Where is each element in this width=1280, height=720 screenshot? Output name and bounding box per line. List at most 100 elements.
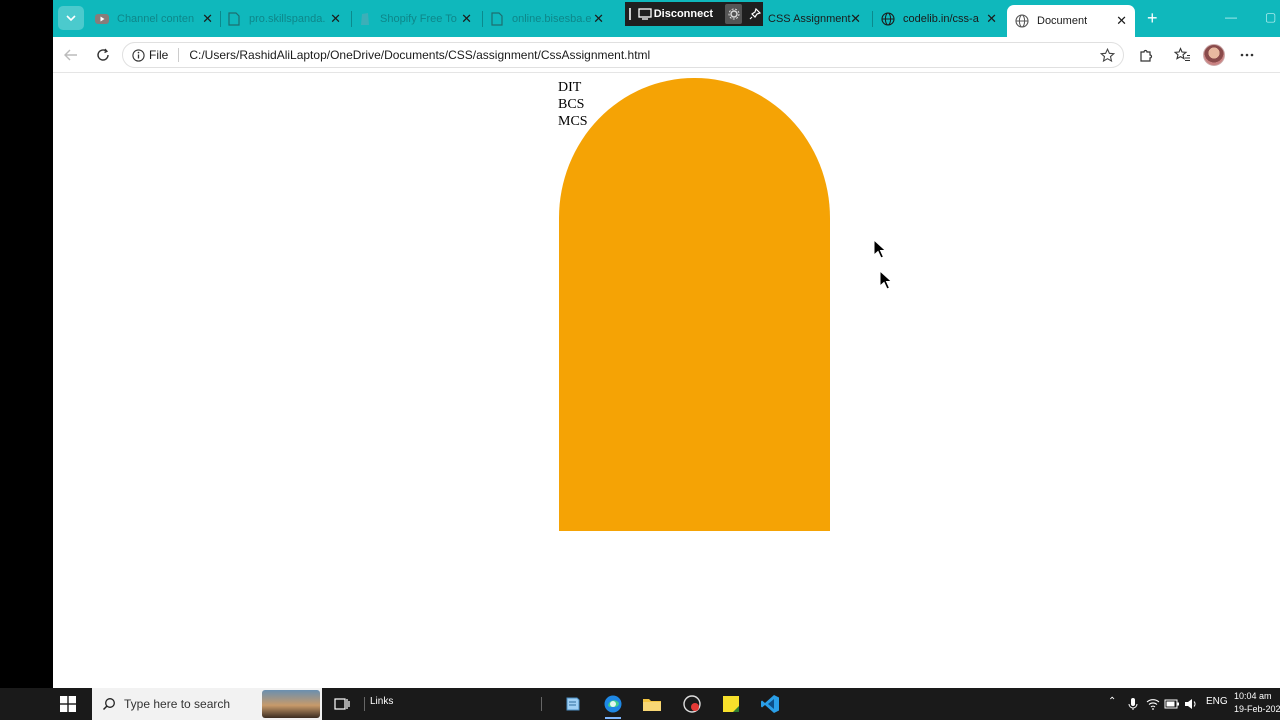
divider [364,697,365,711]
close-icon[interactable]: ✕ [461,11,472,27]
favorites-icon [1173,47,1190,62]
volume-icon[interactable] [1184,697,1198,711]
close-icon[interactable]: ✕ [1116,13,1127,29]
taskbar-app-file-explorer[interactable] [640,692,664,716]
mouse-cursor-icon [879,270,893,290]
tab-separator [872,11,873,27]
maximize-button[interactable]: ▢ [1265,10,1276,24]
tab-title: Document [1037,15,1088,27]
close-icon[interactable]: ✕ [850,11,861,27]
battery-icon[interactable] [1164,698,1180,710]
tab-actions-button[interactable] [58,6,84,30]
url-text[interactable]: C:/Users/RashidAliLaptop/OneDrive/Docume… [189,48,650,62]
refresh-button[interactable] [93,45,113,65]
disconnect-button[interactable]: Disconnect [654,8,713,20]
maximize-icon: ▢ [1265,10,1277,24]
taskbar-app-sticky-notes[interactable] [719,692,743,716]
gear-icon[interactable] [725,4,742,24]
taskbar-search-box[interactable]: Type here to search [92,688,322,720]
disconnect-icon [637,4,654,24]
close-icon[interactable]: ✕ [986,11,997,27]
tab-document[interactable]: Document ✕ [1007,5,1135,37]
clock-time: 10:04 am [1234,691,1272,701]
search-placeholder: Type here to search [124,697,231,711]
more-options-button[interactable] [1238,46,1256,64]
arrow-left-icon [64,49,77,61]
tab-title: Shopify Free To [380,12,457,25]
new-tab-button[interactable]: + [1147,8,1158,29]
favorites-button[interactable] [1173,46,1191,64]
taskbar-app-recorder[interactable] [680,692,704,716]
notepad-icon [566,697,580,711]
orange-arch-shape [559,78,830,531]
plus-icon: + [1147,8,1158,28]
refresh-icon [97,48,109,61]
page-icon [490,11,504,26]
taskbar: Type here to search Links ⌃ ENG 10:04 am… [0,688,1280,720]
clock-date: 19-Feb-202 [1234,704,1280,714]
tab-title: Channel conten [117,12,195,25]
drag-handle[interactable] [629,8,633,20]
list-item: MCS [558,114,588,129]
browser-toolbar: File C:/Users/RashidAliLaptop/OneDrive/D… [53,37,1280,73]
windows-start-icon[interactable] [60,696,76,712]
tab-shopify-free-tools[interactable]: Shopify Free To ✕ [358,6,476,31]
search-icon [102,698,115,711]
sticky-notes-icon [723,696,739,712]
tab-separator [220,11,221,27]
tab-title: CSS Assignment [768,12,851,25]
tab-separator [482,11,483,27]
taskbar-app-edge[interactable] [601,692,625,719]
minimize-icon: — [1225,10,1237,24]
microphone-icon[interactable] [1128,697,1138,711]
extensions-button[interactable] [1137,46,1155,64]
page-content: DIT BCS MCS [53,73,1280,688]
list-item: BCS [558,97,585,112]
close-icon[interactable]: ✕ [593,11,604,27]
remote-session-bar: Disconnect [625,2,763,26]
globe-icon [881,11,895,26]
back-button[interactable] [61,45,81,65]
favorite-star-icon[interactable] [1099,47,1116,66]
info-icon[interactable] [131,48,145,62]
links-toolbar[interactable]: Links [370,696,393,707]
task-view-button[interactable] [330,692,354,716]
taskbar-app-vscode[interactable] [758,692,782,716]
pin-icon[interactable] [746,4,763,24]
divider [178,48,180,62]
tab-title: codelib.in/css-a [903,12,979,25]
chevron-up-icon[interactable]: ⌃ [1108,696,1116,707]
close-icon[interactable]: ✕ [330,11,341,27]
minimize-button[interactable]: — [1225,10,1237,24]
tab-codelib[interactable]: codelib.in/css-a ✕ [881,6,1001,31]
record-icon [683,695,701,713]
tab-channel-content[interactable]: Channel conten ✕ [95,6,217,31]
chevron-down-icon [66,15,76,22]
vscode-icon [761,695,779,713]
taskbar-clock[interactable]: 10:04 am 19-Feb-202 [1234,690,1280,716]
tab-separator [351,11,352,27]
tab-css-assignment[interactable]: CSS Assignment ✕ [768,6,865,31]
tab-skillspanda[interactable]: pro.skillspanda. ✕ [227,6,345,31]
avatar[interactable] [1203,44,1225,66]
youtube-studio-icon [95,12,109,26]
shopify-icon [358,12,372,26]
search-highlight-image [262,690,320,718]
address-bar[interactable]: File C:/Users/RashidAliLaptop/OneDrive/D… [122,42,1124,68]
language-indicator[interactable]: ENG [1206,696,1228,707]
page-icon [227,11,241,26]
browser-window: Channel conten ✕ pro.skillspanda. ✕ Shop… [53,0,1280,688]
puzzle-icon [1140,49,1153,62]
folder-icon [643,699,661,711]
task-view-icon [334,698,350,710]
wifi-icon[interactable] [1146,698,1160,710]
tab-title: online.bisesba.e [512,12,592,25]
scheme-label: File [149,48,169,62]
globe-icon [1015,14,1029,28]
edge-icon [604,695,622,713]
taskbar-app-notepad[interactable] [561,692,585,716]
tab-bisesba[interactable]: online.bisesba.e ✕ [490,6,608,31]
close-icon[interactable]: ✕ [202,11,213,27]
course-list: DIT BCS MCS [558,79,588,130]
tab-title: pro.skillspanda. [249,12,326,25]
